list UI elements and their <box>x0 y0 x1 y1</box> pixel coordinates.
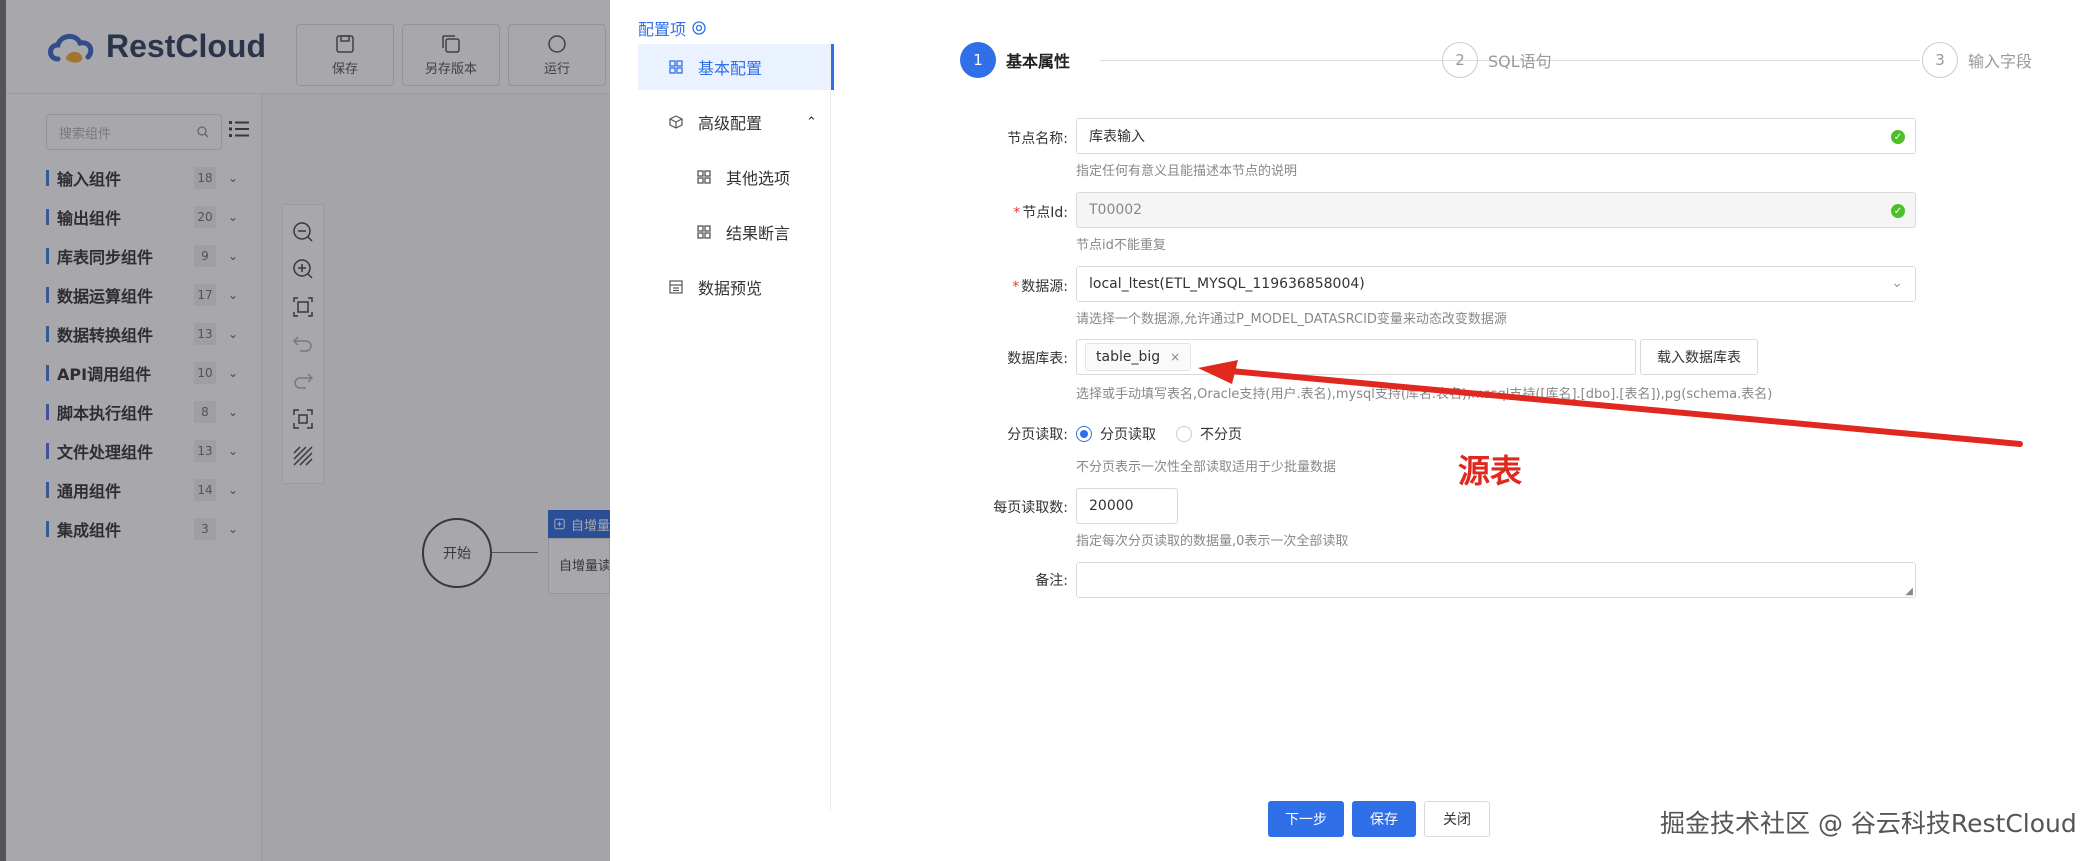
step-connector <box>1570 60 1920 61</box>
page-size-input[interactable]: 20000 <box>1076 488 1178 524</box>
datasource-select[interactable]: local_ltest(ETL_MYSQL_119636858004) ⌄ <box>1076 266 1916 302</box>
save-button[interactable]: 保存 <box>1352 801 1416 837</box>
check-circle-icon: ✓ <box>1891 204 1905 218</box>
remark-textarea[interactable]: ◢ <box>1076 562 1916 598</box>
menu-divider <box>830 40 831 810</box>
config-title: 配置项 <box>638 16 706 40</box>
grid-icon <box>696 224 712 240</box>
node-id-label: * 节点Id: <box>1013 205 1068 221</box>
config-drawer: 配置项 基本配置 高级配置 ⌃ 其他选项 结果断言 数据预览 1 基本属性 2 … <box>610 0 2093 861</box>
table-label: 数据库表: <box>1007 351 1068 367</box>
menu-result-assert[interactable]: 结果断言 <box>638 209 834 255</box>
step-basic-props[interactable]: 1 基本属性 <box>960 42 1070 78</box>
paging-label: 分页读取: <box>1007 427 1068 443</box>
datasource-hint: 请选择一个数据源,允许通过P_MODEL_DATASRCID变量来动态改变数据源 <box>1076 312 1507 327</box>
close-button[interactable]: 关闭 <box>1424 801 1490 837</box>
menu-advanced-config[interactable]: 高级配置 ⌃ <box>638 99 834 145</box>
menu-data-preview[interactable]: 数据预览 <box>638 264 834 310</box>
resize-handle-icon[interactable]: ◢ <box>1905 586 1913 597</box>
page-size-label: 每页读取数: <box>993 500 1068 516</box>
next-step-button[interactable]: 下一步 <box>1268 801 1344 837</box>
node-name-hint: 指定任何有意义且能描述本节点的说明 <box>1076 164 1298 179</box>
modal-overlay[interactable] <box>6 0 610 861</box>
step-input-fields[interactable]: 3 输入字段 <box>1922 42 2032 78</box>
step-indicator: 1 基本属性 2 SQL语句 3 输入字段 <box>960 42 2040 82</box>
cube-icon <box>668 114 684 130</box>
check-circle-icon: ✓ <box>1891 130 1905 144</box>
paging-radio-yes[interactable]: 分页读取 <box>1076 424 1156 444</box>
page-size-hint: 指定每次分页读取的数据量,0表示一次全部读取 <box>1076 534 1349 549</box>
table-tag: table_big × <box>1085 343 1192 371</box>
chevron-down-icon: ⌄ <box>1891 275 1903 291</box>
close-icon[interactable]: × <box>1170 350 1180 364</box>
table-icon <box>668 279 684 295</box>
annotation-label: 源表 <box>1458 452 1523 490</box>
node-name-label: 节点名称: <box>1007 131 1068 147</box>
watermark: 掘金技术社区 @ 谷云科技RestCloud <box>1660 809 2077 838</box>
remark-label: 备注: <box>1035 573 1068 589</box>
grid-icon <box>696 169 712 185</box>
node-name-input[interactable]: 库表输入 ✓ <box>1076 118 1916 154</box>
chevron-up-icon: ⌃ <box>806 114 817 130</box>
target-icon <box>692 21 706 35</box>
node-id-input[interactable]: T00002 ✓ <box>1076 192 1916 228</box>
menu-other-options[interactable]: 其他选项 <box>638 154 834 200</box>
annotation-arrow-icon <box>1198 360 2023 447</box>
step-sql[interactable]: 2 SQL语句 <box>1442 42 1552 78</box>
datasource-label: * 数据源: <box>1012 279 1068 295</box>
node-id-hint: 节点id不能重复 <box>1076 238 1166 253</box>
menu-basic-config[interactable]: 基本配置 <box>638 44 834 90</box>
grid-icon <box>668 59 684 75</box>
